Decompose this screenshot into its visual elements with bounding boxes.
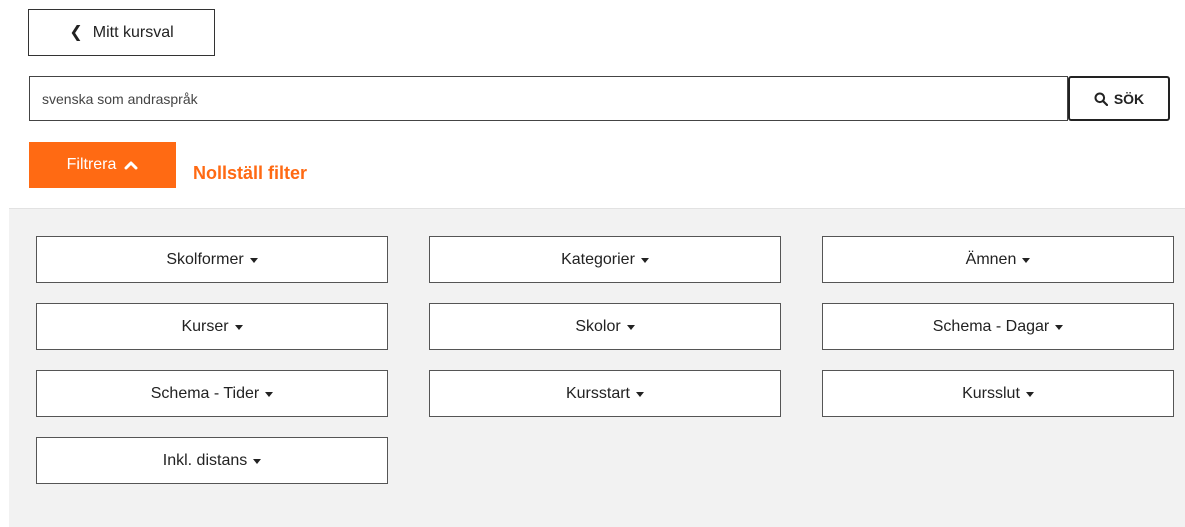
dropdown-skolor[interactable]: Skolor bbox=[429, 303, 781, 350]
filter-toggle-label: Filtrera bbox=[66, 156, 117, 173]
caret-down-icon bbox=[640, 258, 649, 263]
dropdown-label: Kursstart bbox=[565, 384, 630, 402]
dropdown-amnen[interactable]: Ämnen bbox=[822, 236, 1174, 283]
caret-down-icon bbox=[1025, 392, 1034, 397]
search-button-label: SÖK bbox=[1113, 90, 1145, 107]
filter-panel: Skolformer Kategorier Ämnen Kurser Skolo… bbox=[9, 208, 1185, 527]
search-button[interactable]: SÖK bbox=[1068, 76, 1170, 121]
dropdown-schema-dagar[interactable]: Schema - Dagar bbox=[822, 303, 1174, 350]
search-icon bbox=[1094, 92, 1108, 106]
chevron-up-icon bbox=[124, 160, 138, 170]
dropdown-label: Ämnen bbox=[965, 250, 1017, 268]
back-button[interactable]: ❮ Mitt kursval bbox=[28, 9, 215, 56]
caret-down-icon bbox=[636, 392, 644, 397]
dropdown-inkl-distans[interactable]: Inkl. distans bbox=[36, 437, 388, 484]
caret-down-icon bbox=[253, 459, 262, 464]
dropdown-label: Schema - Tider bbox=[150, 384, 260, 402]
caret-down-icon bbox=[249, 258, 258, 263]
dropdown-label: Inkl. distans bbox=[162, 451, 248, 469]
dropdown-label: Skolor bbox=[575, 317, 621, 335]
back-button-label: Mitt kursval bbox=[92, 23, 174, 41]
caret-down-icon bbox=[1055, 325, 1064, 330]
dropdown-kursslut[interactable]: Kursslut bbox=[822, 370, 1174, 417]
caret-down-icon bbox=[265, 392, 274, 397]
dropdown-kategorier[interactable]: Kategorier bbox=[429, 236, 781, 283]
dropdown-label: Kursslut bbox=[962, 384, 1020, 402]
dropdown-label: Schema - Dagar bbox=[932, 317, 1050, 335]
dropdown-label: Kategorier bbox=[561, 250, 635, 268]
reset-filter-link[interactable]: Nollställ filter bbox=[193, 163, 307, 184]
dropdown-schema-tider[interactable]: Schema - Tider bbox=[36, 370, 388, 417]
filter-toggle-button[interactable]: Filtrera bbox=[29, 142, 176, 188]
dropdown-label: Kurser bbox=[181, 317, 229, 335]
dropdown-kursstart[interactable]: Kursstart bbox=[429, 370, 781, 417]
dropdown-skolformer[interactable]: Skolformer bbox=[36, 236, 388, 283]
dropdown-kurser[interactable]: Kurser bbox=[36, 303, 388, 350]
caret-down-icon bbox=[234, 325, 243, 330]
caret-down-icon bbox=[626, 325, 635, 330]
chevron-left-icon: ❮ bbox=[69, 23, 83, 41]
search-input[interactable] bbox=[29, 76, 1068, 121]
dropdown-label: Skolformer bbox=[166, 250, 244, 268]
caret-down-icon bbox=[1022, 258, 1031, 263]
